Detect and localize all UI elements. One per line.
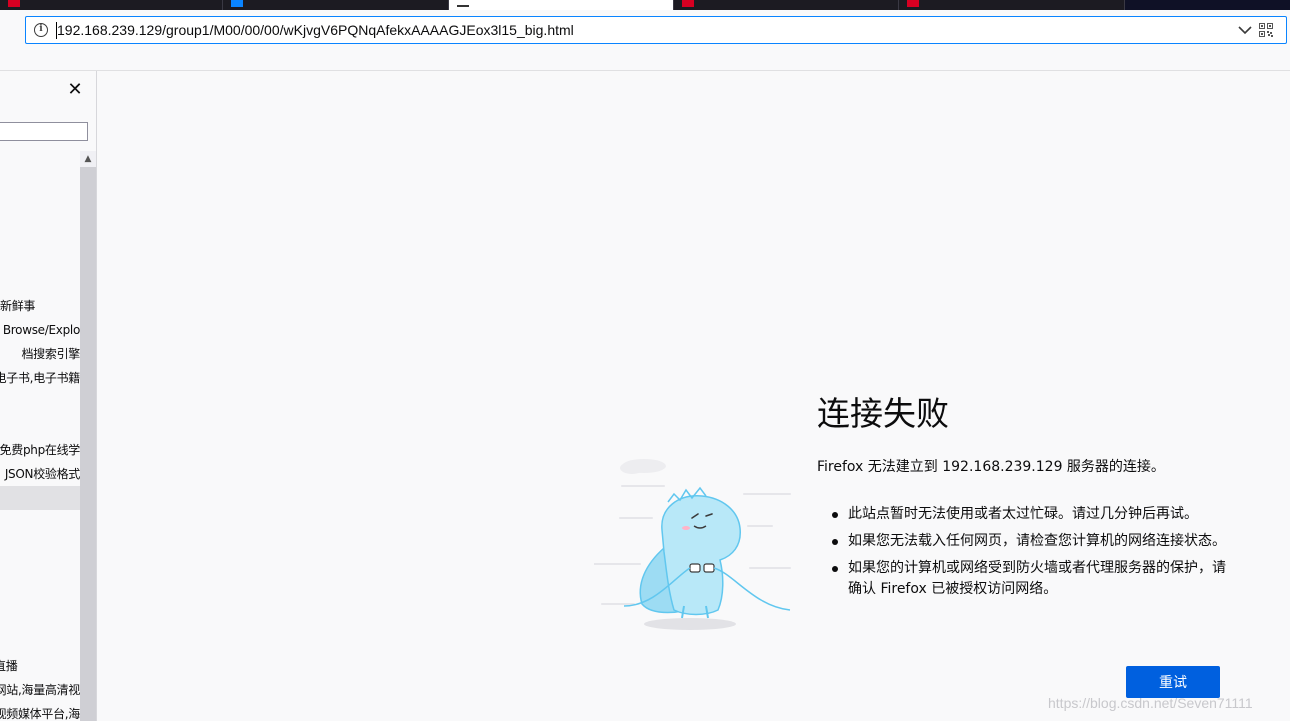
bookmark-item[interactable]: 档搜索引擎 — [0, 342, 80, 366]
bookmarks-sidebar: ✕ ▲ 新鲜事 Browse/Explo 档搜索引擎 电子书,电子书籍 免费ph… — [0, 71, 97, 721]
error-description: Firefox 无法建立到 192.168.239.129 服务器的连接。 — [817, 459, 1165, 475]
error-page: 连接失败 Firefox 无法建立到 192.168.239.129 服务器的连… — [97, 71, 1290, 721]
chevron-down-icon[interactable] — [1236, 21, 1254, 39]
navigation-bar: i 192.168.239.129/group1/M00/00/00/wKjvg… — [0, 10, 1290, 71]
error-reasons-list: 此站点暂时无法使用或者太过忙碌。请过几分钟后再试。 如果您无法载入任何网页，请检… — [832, 504, 1227, 606]
info-icon[interactable]: i — [34, 23, 48, 37]
bookmark-item[interactable]: 视频媒体平台,海 — [0, 702, 80, 721]
bookmark-item[interactable]: 直播 — [0, 654, 80, 678]
url-text[interactable]: 192.168.239.129/group1/M00/00/00/wKjvgV6… — [57, 22, 574, 38]
list-item: 如果您的计算机或网络受到防火墙或者代理服务器的保护，请确认 Firefox 已被… — [832, 558, 1227, 600]
qr-code-icon[interactable] — [1259, 23, 1273, 37]
tab-5[interactable] — [899, 0, 1125, 10]
tab-active[interactable] — [449, 0, 674, 10]
retry-button[interactable]: 重试 — [1126, 666, 1220, 698]
watermark-text: https://blog.csdn.net/Seven71111 — [1048, 695, 1253, 711]
tab-strip — [0, 0, 1290, 10]
tab-favicon-icon — [457, 5, 469, 7]
sidebar-scrollbar[interactable] — [80, 151, 96, 721]
bookmark-item[interactable]: 电子书,电子书籍 — [0, 366, 80, 390]
address-bar[interactable]: i 192.168.239.129/group1/M00/00/00/wKjvg… — [25, 16, 1287, 44]
scroll-up-icon[interactable]: ▲ — [80, 151, 96, 167]
tab-favicon-icon — [682, 0, 694, 7]
bullet-icon — [832, 539, 838, 545]
close-icon[interactable]: ✕ — [66, 81, 84, 99]
disconnected-dinosaur-illustration — [594, 459, 791, 630]
list-item: 如果您无法载入任何网页，请检查您计算机的网络连接状态。 — [832, 531, 1227, 552]
tab-1[interactable] — [0, 0, 223, 10]
bullet-icon — [832, 512, 838, 518]
sidebar-search-input[interactable] — [0, 122, 88, 141]
tab-favicon-icon — [231, 0, 243, 7]
error-title: 连接失败 — [817, 394, 949, 433]
tab-favicon-icon — [8, 0, 20, 7]
list-item: 此站点暂时无法使用或者太过忙碌。请过几分钟后再试。 — [832, 504, 1227, 525]
bookmark-item[interactable]: JSON校验格式 — [0, 462, 80, 486]
bullet-icon — [832, 566, 838, 572]
bookmark-item[interactable]: 新鲜事 — [0, 294, 80, 318]
tab-favicon-icon — [907, 0, 919, 7]
bookmark-item[interactable]: Browse/Explo — [0, 318, 80, 342]
tab-4[interactable] — [674, 0, 899, 10]
bookmark-item[interactable]: 免费php在线学 — [0, 438, 80, 462]
tab-2[interactable] — [223, 0, 449, 10]
bookmark-item-selected[interactable] — [0, 486, 80, 510]
bookmark-item[interactable]: 网站,海量高清视 — [0, 678, 80, 702]
